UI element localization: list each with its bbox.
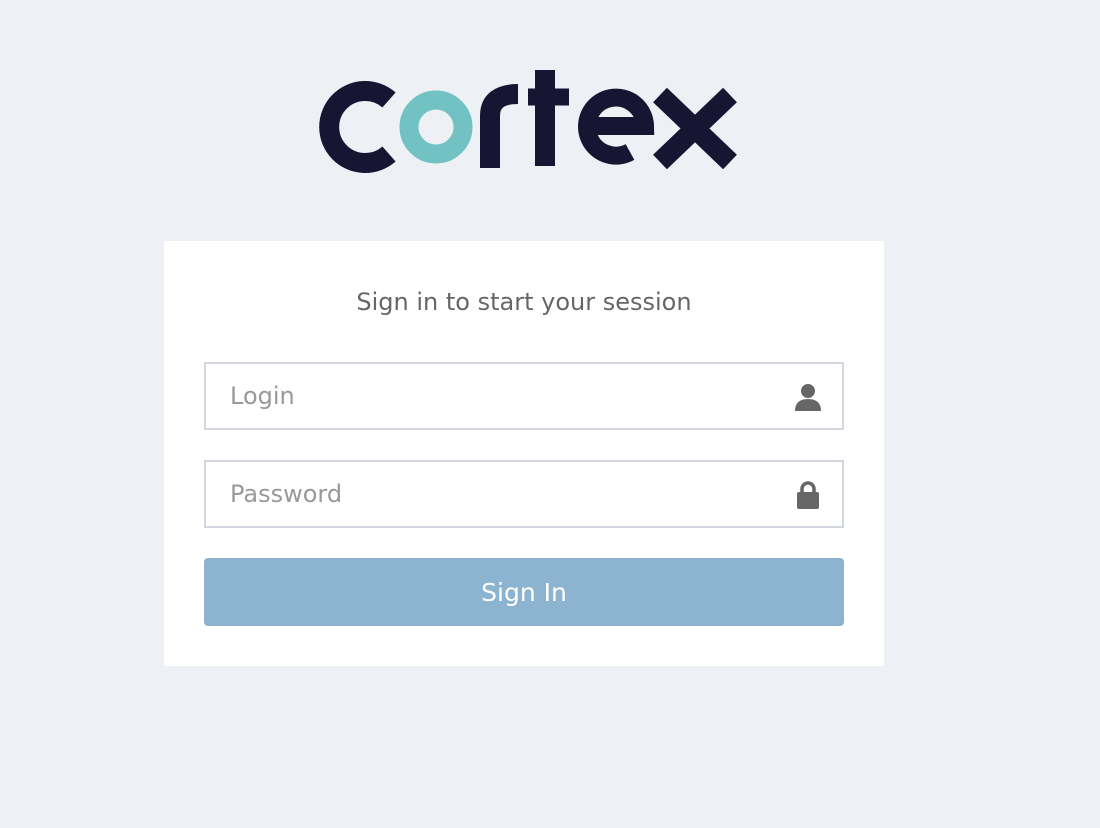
login-input[interactable] [206,364,766,428]
password-field[interactable] [204,460,844,528]
lock-icon [792,479,824,511]
user-icon [792,381,824,413]
password-input[interactable] [206,462,766,526]
cortex-logo-graphic [319,70,737,173]
login-field[interactable] [204,362,844,430]
login-box: Sign in to start your session Sign In [164,241,884,666]
sign-in-button[interactable]: Sign In [204,558,844,626]
login-box-message: Sign in to start your session [356,288,692,316]
login-page: Sign in to start your session Sign In [0,0,1100,828]
cortex-logo [300,58,750,183]
